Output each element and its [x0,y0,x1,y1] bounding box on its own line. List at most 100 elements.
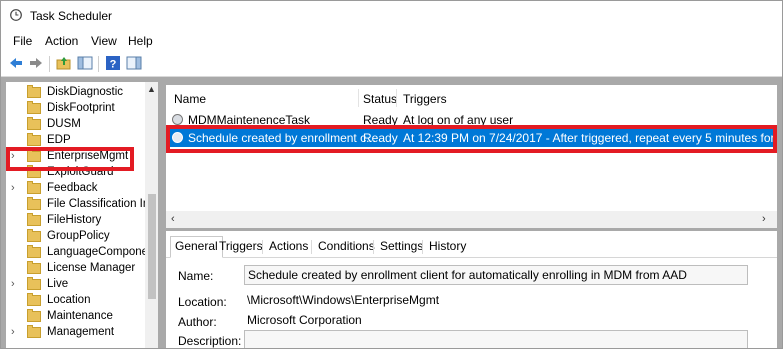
tree-item[interactable]: GroupPolicy [6,229,146,245]
task-clock-icon [172,114,183,125]
task-scheduler-clock-icon [10,9,22,21]
column-header-status[interactable]: Status [363,92,397,106]
tree-item-label: DUSM [47,118,81,130]
folder-icon [27,325,41,338]
scroll-thumb[interactable] [148,194,156,299]
tab-triggers[interactable]: Triggers [215,237,267,256]
tab-settings[interactable]: Settings [376,237,427,256]
folder-icon [27,197,41,210]
menu-view[interactable]: View [91,34,117,48]
tab-divider [422,240,423,254]
folder-icon [27,181,41,194]
window-title: Task Scheduler [30,9,113,23]
client-area: DiskDiagnostic DiskFootprint DUSM EDP › … [1,77,782,348]
task-list: Name Status Triggers MDMMaintenenceTask … [166,85,777,228]
folder-icon [27,133,41,146]
toolbar: ? [1,52,782,77]
scroll-left-arrow-icon[interactable]: ‹ [171,213,175,225]
name-label: Name: [178,269,214,283]
tree-item[interactable]: License Manager [6,261,146,277]
author-value: Microsoft Corporation [247,313,362,327]
forward-arrow-icon[interactable] [28,55,44,71]
description-field[interactable] [244,330,748,348]
tree-item-label: License Manager [47,262,136,274]
location-label: Location: [178,295,227,309]
author-label: Author: [178,315,217,329]
enterprisemgmt-highlight-box [6,147,134,171]
tree-item[interactable]: › Management [6,325,146,341]
tree-vertical-scrollbar[interactable]: ▲ [145,82,158,348]
task-details-pane: General Triggers Actions Conditions Sett… [166,231,777,348]
toolbar-separator [49,56,50,72]
location-value: \Microsoft\Windows\EnterpriseMgmt [247,293,440,307]
folder-up-icon[interactable] [56,55,72,71]
selected-task-highlight-box [166,125,777,153]
tree-item[interactable]: › Live [6,277,146,293]
name-field[interactable]: Schedule created by enrollment client fo… [244,265,748,285]
tree-item[interactable]: File Classification In [6,197,150,213]
tab-divider [373,240,374,254]
menu-bar: File Action View Help [1,31,782,51]
tree-item-label: Management [47,326,115,338]
tab-actions[interactable]: Actions [265,237,312,256]
expand-chevron-icon[interactable]: › [11,278,15,290]
tree-item[interactable]: DiskFootprint [6,101,146,117]
details-tab-strip: General Triggers Actions Conditions Sett… [166,236,777,258]
name-value: Schedule created by enrollment client fo… [248,268,687,282]
menu-help[interactable]: Help [128,34,153,48]
folder-icon [27,261,41,274]
tree-item-label: GroupPolicy [47,230,110,242]
column-header-name[interactable]: Name [174,92,206,106]
tab-divider [311,240,312,254]
tab-history[interactable]: History [425,237,470,256]
scroll-right-arrow-icon[interactable]: › [762,213,766,225]
folder-icon [27,213,41,226]
column-divider[interactable] [396,89,397,107]
folder-icon [27,293,41,306]
back-arrow-icon[interactable] [8,55,24,71]
tree-item[interactable]: DUSM [6,117,146,133]
toolbar-separator [98,56,99,72]
menu-action[interactable]: Action [45,34,78,48]
tree-item-label: Feedback [47,182,98,194]
tree-item-label: LanguageCompone [47,246,149,258]
tree-item[interactable]: DiskDiagnostic [6,85,146,101]
expand-chevron-icon[interactable]: › [11,326,15,338]
task-scheduler-window: Task Scheduler File Action View Help ? D… [0,0,783,349]
tree-item-label: EDP [47,134,71,146]
tab-conditions[interactable]: Conditions [314,237,379,256]
menu-file[interactable]: File [13,34,32,48]
tab-divider [262,240,263,254]
help-icon[interactable]: ? [105,55,121,71]
description-label: Description: [178,334,242,348]
tree-item-label: DiskFootprint [47,102,115,114]
tree-item-label: Live [47,278,69,290]
tree-item-label: DiskDiagnostic [47,86,124,98]
tree-item-label: Maintenance [47,310,113,322]
folder-icon [27,309,41,322]
show-hide-console-tree-icon[interactable] [77,55,93,71]
tree-item[interactable]: › Feedback [6,181,146,197]
folder-icon [27,101,41,114]
tree-item[interactable]: LanguageCompone [6,245,149,261]
folder-icon [27,277,41,290]
folder-icon [27,85,41,98]
tree-item-label: FileHistory [47,214,102,226]
tree-item-label: File Classification In [47,198,150,210]
column-divider[interactable] [358,89,359,107]
tree-item[interactable]: FileHistory [6,213,146,229]
tree-item[interactable]: Maintenance [6,309,146,325]
column-header-triggers[interactable]: Triggers [403,92,447,106]
tree-item[interactable]: Location [6,293,146,309]
scroll-up-arrow-icon[interactable]: ▲ [147,84,156,94]
tree-item-label: Location [47,294,91,306]
svg-text:?: ? [110,59,117,71]
expand-chevron-icon[interactable]: › [11,182,15,194]
task-list-horizontal-scrollbar[interactable]: ‹ › [166,211,777,228]
folder-icon [27,245,41,258]
folder-icon [27,117,41,130]
console-tree: DiskDiagnostic DiskFootprint DUSM EDP › … [6,82,158,348]
title-bar: Task Scheduler [1,1,782,31]
folder-icon [27,229,41,242]
show-hide-action-pane-icon[interactable] [126,55,142,71]
